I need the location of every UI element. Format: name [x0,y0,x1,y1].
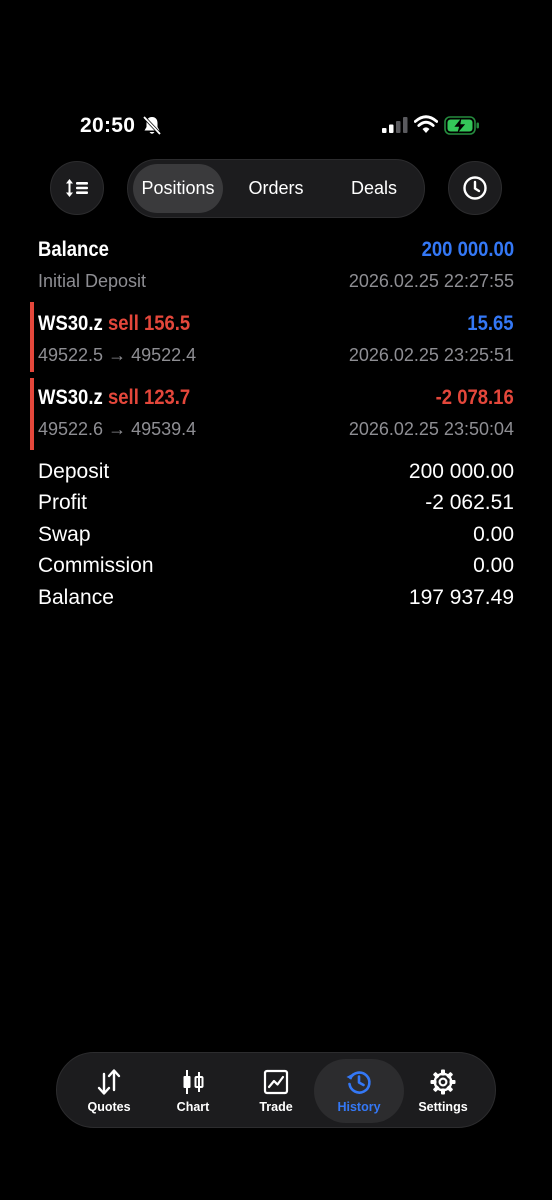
summary-label: Profit [38,491,88,514]
summary-row-balance: Balance 197 937.49 [38,586,514,614]
deal-title: WS30.z [38,312,112,336]
deal-row[interactable]: WS30.z sell 123.7 -2 078.16 49522.6 → 49… [38,384,514,444]
deal-datetime: 2026.02.25 23:25:51 [348,345,514,365]
deal-symbol: WS30.z [38,312,103,335]
deal-action: sell 123.7 [108,386,191,409]
deal-prices: 49522.5 → 49522.4 [38,345,197,365]
summary-row-swap: Swap 0.00 [38,523,514,551]
deal-profit: -2 078.16 [435,386,514,409]
status-time: 20:50 [80,114,136,137]
cellular-signal-icon [382,117,408,133]
status-bar: 20:50 [0,108,552,144]
tab-trade[interactable]: Trade [231,1059,321,1123]
summary-value: 200 000.00 [408,460,514,483]
silent-bell-icon [142,115,162,136]
deal-row[interactable]: WS30.z sell 156.5 15.65 49522.5 → 49522.… [38,310,514,370]
tab-settings[interactable]: Settings [398,1059,488,1123]
deal-datetime: 2026.02.25 23:50:04 [348,419,514,439]
period-button[interactable] [448,161,502,215]
summary-label: Balance [38,586,114,609]
deal-title: WS30.z [38,386,112,410]
gear-icon [430,1069,456,1095]
deal-action: sell 156.5 [108,312,191,335]
deal-indicator [30,302,34,372]
summary-value: 0.00 [473,554,514,577]
tab-label: History [337,1100,381,1114]
tab-quotes[interactable]: Quotes [64,1059,154,1123]
wifi-icon [414,115,438,133]
balance-subtitle: Initial Deposit [38,271,147,291]
candlestick-icon [183,1070,204,1094]
tab-label: Trade [259,1100,293,1114]
tab-label: Quotes [87,1100,131,1114]
summary-row-commission: Commission 0.00 [38,554,514,582]
summary-row-profit: Profit -2 062.51 [38,491,514,519]
tab-positions[interactable]: Positions [133,164,223,213]
summary-label: Deposit [38,460,110,483]
tab-bar: Quotes Chart Trade History Settings [56,1052,496,1128]
summary-row-deposit: Deposit 200 000.00 [38,460,514,488]
deal-profit: 15.65 [467,312,514,335]
tab-label: Settings [418,1100,468,1114]
history-icon [346,1071,371,1094]
sort-icon [66,179,88,197]
balance-datetime: 2026.02.25 22:27:55 [348,271,514,291]
summary-label: Commission [38,554,154,577]
battery-charging-icon [444,116,479,135]
segmented-control: Positions Orders Deals [127,159,425,218]
balance-amount: 200 000.00 [421,238,514,261]
balance-title: Balance [38,238,109,261]
summary-label: Swap [38,523,91,546]
deal-indicator [30,378,34,450]
summary-value: 0.00 [473,523,514,546]
tab-label: Chart [176,1100,210,1114]
sort-button[interactable] [50,161,104,215]
trend-chart-icon [263,1069,289,1095]
quotes-arrows-icon [97,1069,121,1095]
balance-entry[interactable]: Balance 200 000.00 Initial Deposit 2026.… [38,236,514,296]
tab-history[interactable]: History [314,1059,404,1123]
tab-orders[interactable]: Orders [232,164,320,213]
deal-prices: 49522.6 → 49539.4 [38,419,197,439]
summary-value: 197 937.49 [408,586,514,609]
clock-icon [463,176,487,200]
tab-deals[interactable]: Deals [328,164,420,213]
deal-symbol: WS30.z [38,386,103,409]
tab-chart[interactable]: Chart [148,1059,238,1123]
summary-value: -2 062.51 [425,491,514,514]
